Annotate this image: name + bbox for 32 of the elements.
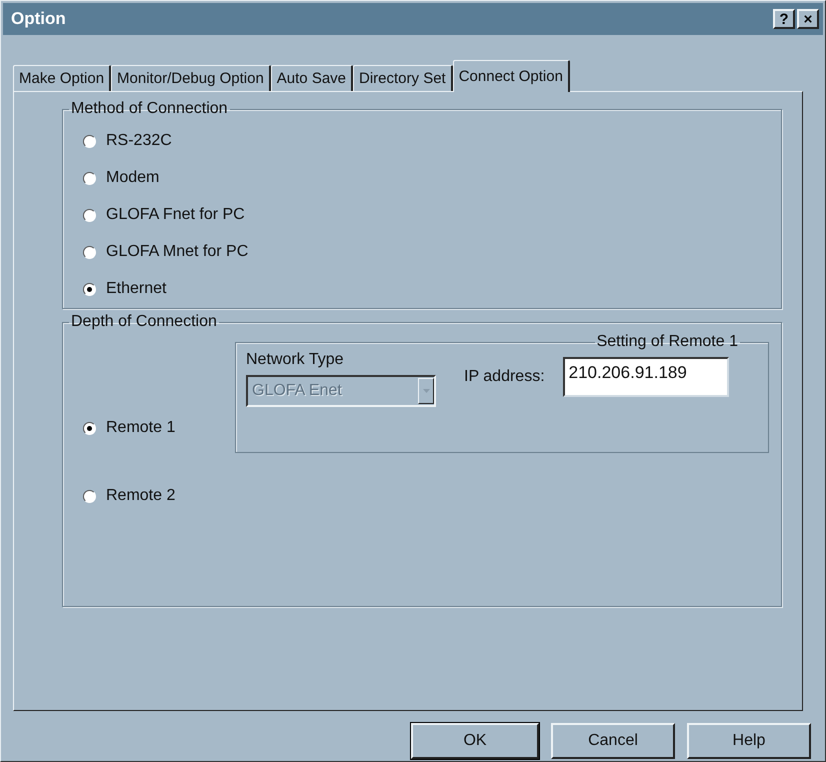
tab[interactable]: Auto Save [270, 65, 354, 91]
group-title: Method of Connection [70, 100, 229, 118]
field-label: IP address: [464, 368, 545, 386]
radio-button[interactable]: GLOFA Mnet for PC [83, 243, 248, 261]
close-button[interactable]: × [797, 9, 819, 29]
window-title: Option [11, 9, 67, 29]
radio-circle[interactable] [83, 490, 96, 502]
ip-address-field[interactable]: 210.206.91.189 [562, 357, 729, 397]
radio-circle[interactable] [83, 172, 96, 184]
caret-icon [418, 378, 434, 404]
group-title: Setting of Remote 1 [596, 333, 739, 351]
radio-circle[interactable] [83, 208, 96, 222]
field-label: Network Type [246, 351, 345, 369]
radio-button[interactable]: Remote 2 [83, 487, 176, 505]
radio-circle[interactable] [83, 134, 96, 148]
radio-button[interactable]: Ethernet [83, 280, 166, 298]
tab[interactable]: Directory Set [353, 65, 453, 91]
radio-circle[interactable] [83, 282, 96, 296]
radio-button[interactable]: GLOFA Fnet for PC [83, 206, 245, 224]
help-button[interactable]: ? [773, 9, 795, 29]
radio-circle[interactable] [83, 246, 96, 258]
radio-button[interactable]: RS-232C [83, 132, 172, 150]
tab[interactable]: Make Option [13, 65, 112, 91]
tab[interactable]: Connect Option [452, 60, 570, 92]
group-title: Depth of Connection [70, 313, 218, 331]
dialog-button[interactable]: Cancel [551, 723, 675, 759]
radio-button[interactable]: Modem [83, 169, 160, 187]
tab[interactable]: Monitor/Debug Option [111, 65, 271, 91]
dialog-button[interactable]: Help [687, 723, 811, 759]
dialog-button[interactable]: OK [411, 723, 539, 759]
radio-circle[interactable] [83, 422, 96, 434]
radio-button[interactable]: Remote 1 [83, 419, 176, 437]
